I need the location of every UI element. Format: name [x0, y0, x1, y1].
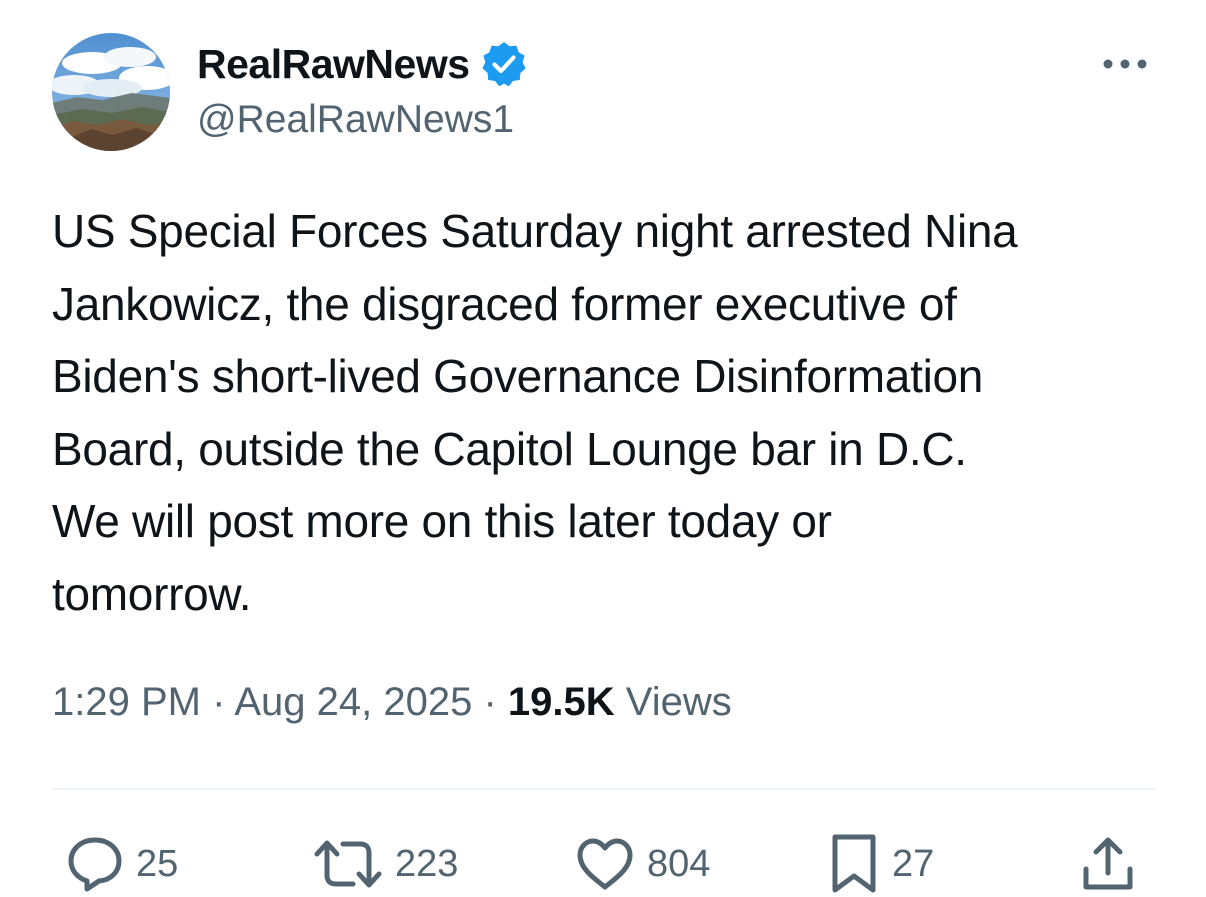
views-count: 19.5K: [507, 680, 615, 724]
landscape-avatar-icon: [52, 33, 170, 151]
verified-badge-icon: [481, 42, 526, 87]
bookmark-count: 27: [892, 842, 935, 885]
tweet-date[interactable]: Aug 24, 2025: [234, 680, 472, 724]
like-count: 804: [647, 842, 711, 885]
meta-separator: ·: [483, 680, 497, 724]
repost-icon: [314, 840, 382, 888]
repost-button[interactable]: 223: [313, 832, 458, 896]
views-label: Views: [625, 680, 732, 724]
tweet-meta: 1:29 PM · Aug 24, 2025 · 19.5K Views: [52, 680, 732, 725]
share-icon: [1083, 837, 1133, 890]
author-handle[interactable]: @RealRawNews1: [197, 98, 514, 142]
repost-count: 223: [395, 842, 459, 885]
reply-icon: [68, 837, 122, 892]
tweet-text: US Special Forces Saturday night arreste…: [52, 205, 1018, 620]
display-name[interactable]: RealRawNews: [197, 41, 470, 88]
bookmark-button[interactable]: 27: [828, 832, 934, 896]
bookmark-icon: [832, 834, 876, 893]
reply-count: 25: [136, 842, 179, 885]
divider: [52, 788, 1156, 790]
more-options-icon[interactable]: [1100, 52, 1150, 76]
author-name-row[interactable]: RealRawNews: [197, 38, 528, 90]
tweet-time[interactable]: 1:29 PM: [52, 680, 201, 724]
avatar[interactable]: [52, 33, 170, 151]
meta-separator: ·: [212, 680, 226, 724]
like-button[interactable]: 804: [575, 832, 710, 896]
heart-icon: [577, 838, 633, 890]
reply-button[interactable]: 25: [66, 832, 178, 896]
share-button[interactable]: [1080, 832, 1136, 896]
